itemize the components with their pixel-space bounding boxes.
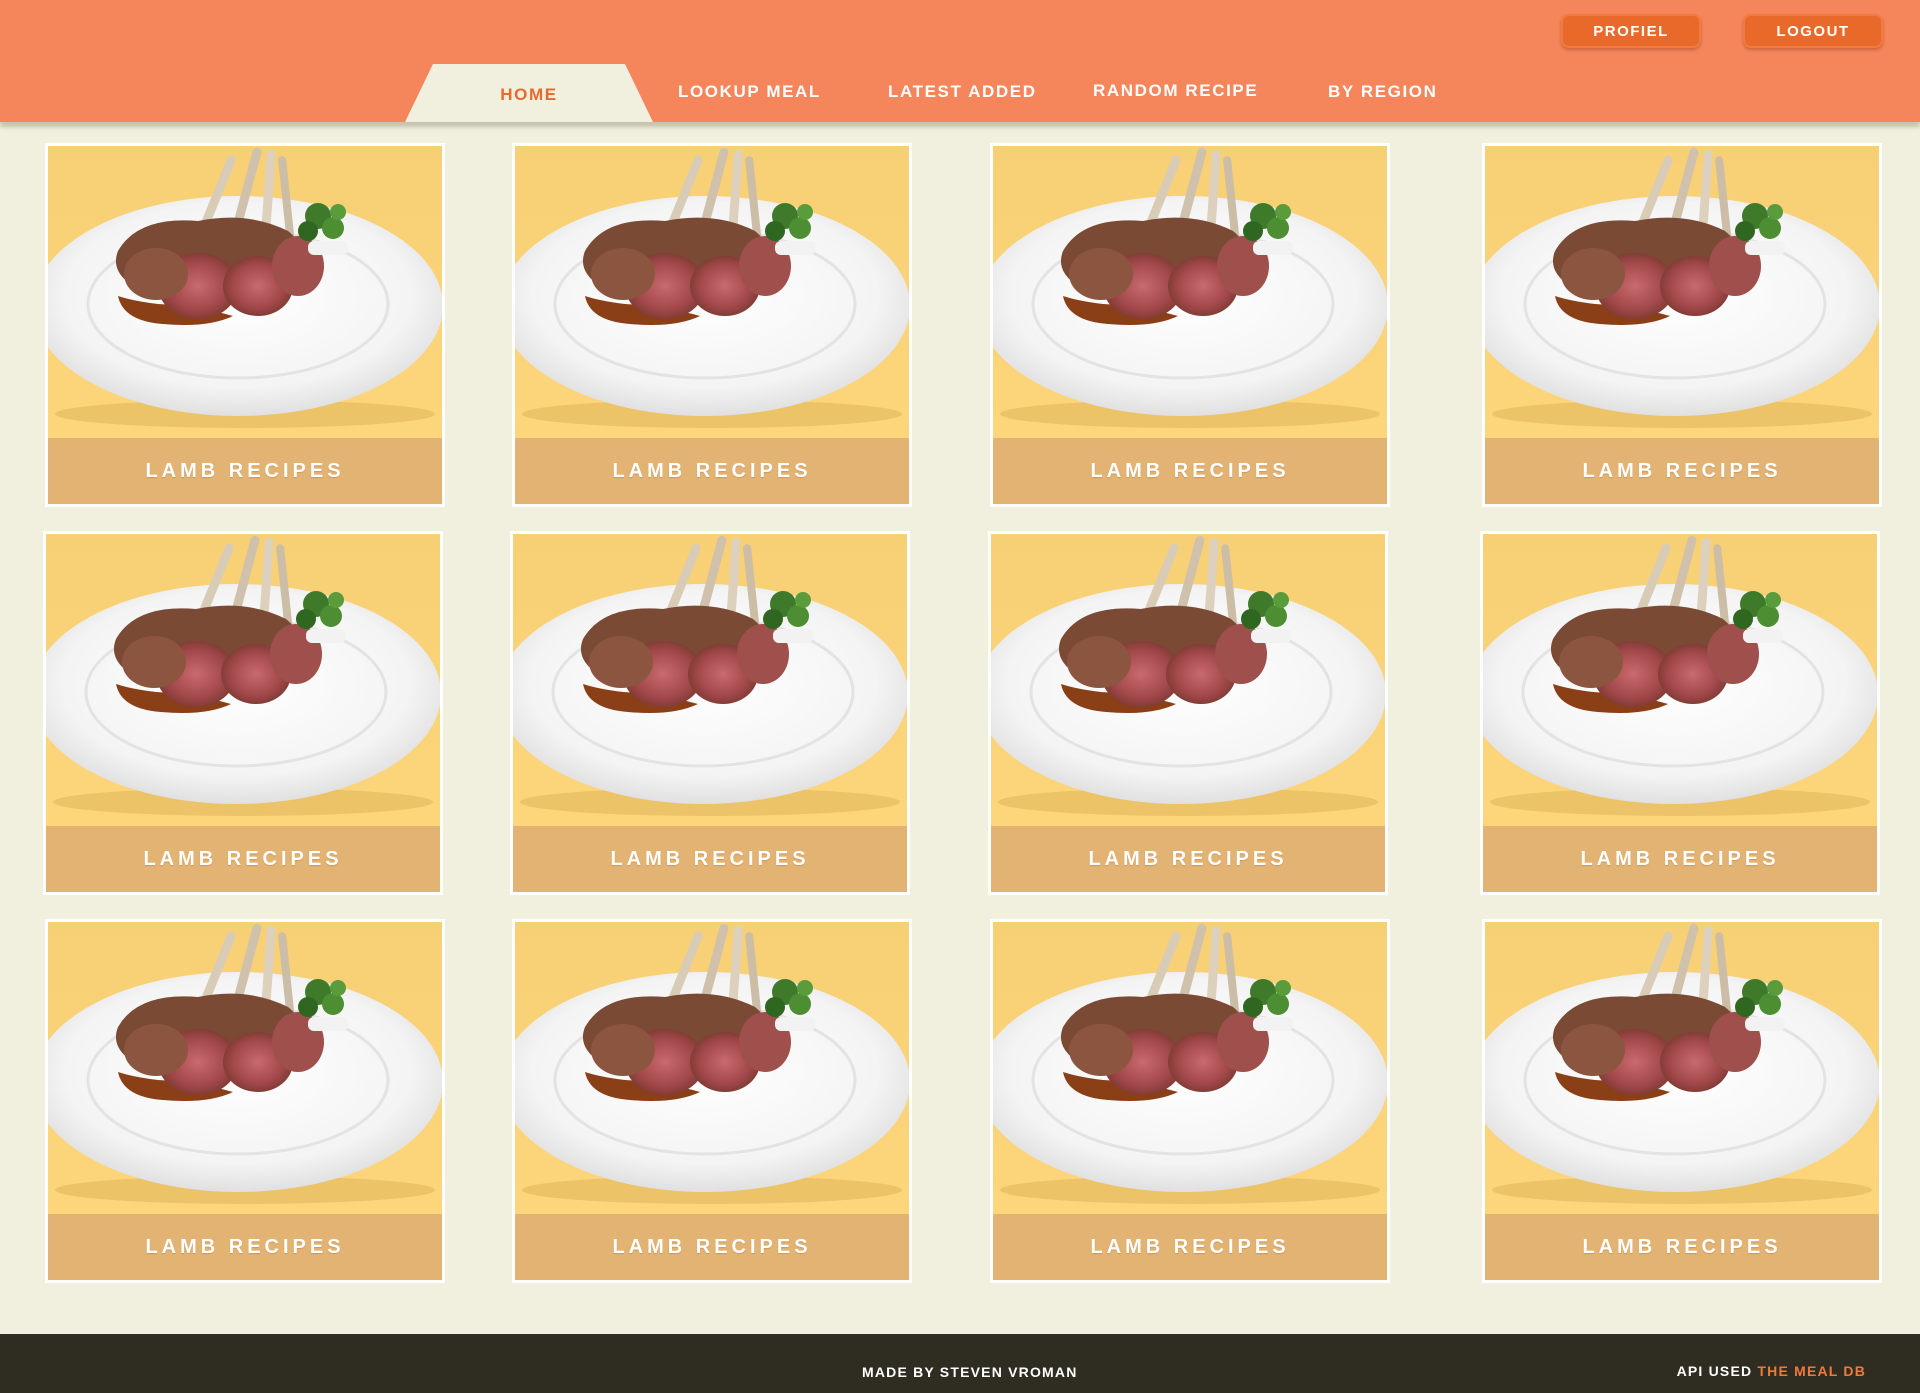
- lamb-dish-image: [993, 146, 1387, 438]
- recipe-card[interactable]: LAMB RECIPES: [45, 143, 445, 507]
- recipe-card-caption: LAMB RECIPES: [993, 438, 1387, 504]
- page: PROFIEL LOGOUT HOME LOOKUP MEAL LATEST A…: [0, 0, 1920, 1393]
- recipe-card[interactable]: LAMB RECIPES: [990, 143, 1390, 507]
- footer-api-prefix: API USED: [1676, 1363, 1753, 1379]
- footer-api-used: API USED THE MEAL DB: [1677, 1363, 1866, 1379]
- lamb-dish-image: [1483, 534, 1877, 826]
- tab-latest-added[interactable]: LATEST ADDED: [888, 82, 1037, 102]
- recipe-card-caption: LAMB RECIPES: [991, 826, 1385, 892]
- lamb-dish-image: [48, 146, 442, 438]
- recipe-card-caption: LAMB RECIPES: [48, 1214, 442, 1280]
- recipe-card[interactable]: LAMB RECIPES: [1482, 919, 1882, 1283]
- recipe-card-inner: LAMB RECIPES: [1485, 146, 1879, 504]
- recipe-card-inner: LAMB RECIPES: [48, 922, 442, 1280]
- recipe-card-inner: LAMB RECIPES: [46, 534, 440, 892]
- recipe-card-inner: LAMB RECIPES: [513, 534, 907, 892]
- lamb-dish-image: [515, 922, 909, 1214]
- lamb-dish-image: [515, 146, 909, 438]
- footer-credit: MADE BY STEVEN VROMAN: [862, 1364, 1078, 1380]
- recipe-card-inner: LAMB RECIPES: [993, 146, 1387, 504]
- recipe-card-inner: LAMB RECIPES: [991, 534, 1385, 892]
- recipe-card-caption: LAMB RECIPES: [515, 1214, 909, 1280]
- recipe-card[interactable]: LAMB RECIPES: [1480, 531, 1880, 895]
- recipe-card-inner: LAMB RECIPES: [48, 146, 442, 504]
- recipe-card-caption: LAMB RECIPES: [1485, 438, 1879, 504]
- recipe-card-inner: LAMB RECIPES: [1485, 922, 1879, 1280]
- recipe-card-caption: LAMB RECIPES: [46, 826, 440, 892]
- recipe-card-caption: LAMB RECIPES: [48, 438, 442, 504]
- app-footer: MADE BY STEVEN VROMAN API USED THE MEAL …: [0, 1334, 1920, 1393]
- recipe-card-caption: LAMB RECIPES: [1483, 826, 1877, 892]
- recipe-card-caption: LAMB RECIPES: [993, 1214, 1387, 1280]
- tab-by-region[interactable]: BY REGION: [1328, 82, 1438, 102]
- lamb-dish-image: [1485, 146, 1879, 438]
- recipe-card[interactable]: LAMB RECIPES: [45, 919, 445, 1283]
- recipe-card-inner: LAMB RECIPES: [515, 146, 909, 504]
- meal-db-link[interactable]: THE MEAL DB: [1757, 1363, 1866, 1379]
- main-nav: HOME LOOKUP MEAL LATEST ADDED RANDOM REC…: [0, 0, 1920, 122]
- recipe-card[interactable]: LAMB RECIPES: [43, 531, 443, 895]
- recipe-card[interactable]: LAMB RECIPES: [990, 919, 1390, 1283]
- recipe-card[interactable]: LAMB RECIPES: [512, 919, 912, 1283]
- lamb-dish-image: [48, 922, 442, 1214]
- lamb-dish-image: [46, 534, 440, 826]
- lamb-dish-image: [513, 534, 907, 826]
- app-header: PROFIEL LOGOUT HOME LOOKUP MEAL LATEST A…: [0, 0, 1920, 122]
- tab-random-recipe[interactable]: RANDOM RECIPE: [1093, 81, 1258, 101]
- recipe-card-inner: LAMB RECIPES: [515, 922, 909, 1280]
- recipe-card[interactable]: LAMB RECIPES: [1482, 143, 1882, 507]
- recipe-card[interactable]: LAMB RECIPES: [512, 143, 912, 507]
- recipe-card-inner: LAMB RECIPES: [993, 922, 1387, 1280]
- tab-lookup-meal[interactable]: LOOKUP MEAL: [678, 82, 821, 102]
- recipe-card-caption: LAMB RECIPES: [515, 438, 909, 504]
- recipe-card[interactable]: LAMB RECIPES: [510, 531, 910, 895]
- lamb-dish-image: [1485, 922, 1879, 1214]
- lamb-dish-image: [991, 534, 1385, 826]
- recipe-card-caption: LAMB RECIPES: [513, 826, 907, 892]
- tab-home[interactable]: HOME: [405, 64, 653, 122]
- lamb-dish-image: [993, 922, 1387, 1214]
- recipe-card-caption: LAMB RECIPES: [1485, 1214, 1879, 1280]
- recipe-card[interactable]: LAMB RECIPES: [988, 531, 1388, 895]
- recipe-card-inner: LAMB RECIPES: [1483, 534, 1877, 892]
